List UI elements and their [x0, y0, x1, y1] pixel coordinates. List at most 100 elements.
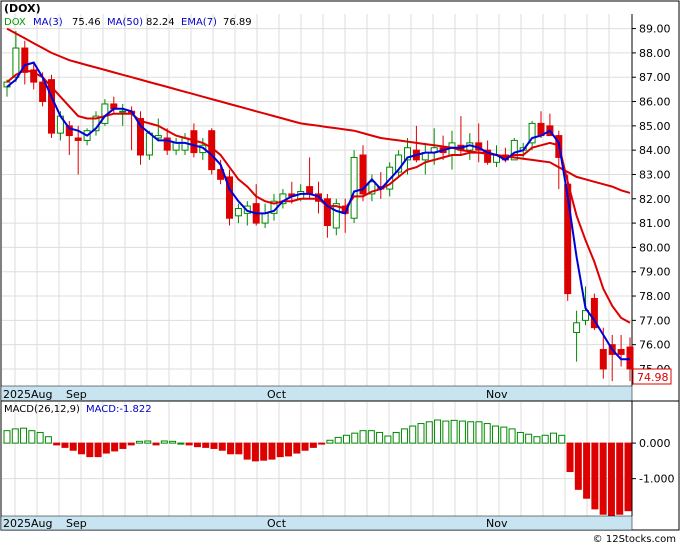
macd-bar: [111, 442, 119, 452]
macd-bar: [202, 442, 210, 448]
macd-bar: [268, 442, 276, 460]
macd-bar: [409, 425, 417, 444]
legend-ema7-value: 76.89: [223, 17, 252, 28]
price-tick-label: 80.00: [639, 241, 671, 254]
macd-bar: [285, 442, 293, 457]
price-tick-label: 81.00: [639, 217, 671, 230]
macd-bar: [591, 442, 599, 510]
macd-bar: [367, 430, 375, 444]
price-tick-label: 85.00: [639, 120, 671, 133]
macd-bar: [152, 442, 160, 446]
macd-bar: [574, 442, 582, 490]
macd-bar: [193, 442, 201, 448]
price-tick-label: 87.00: [639, 71, 671, 84]
macd-bar: [607, 442, 615, 517]
macd-bar: [334, 436, 342, 444]
macd-bar: [376, 431, 384, 444]
price-tick-label: 86.00: [639, 96, 671, 109]
macd-x-label-sep: Sep: [66, 517, 87, 530]
macd-bar: [293, 442, 301, 454]
macd-bar: [400, 428, 408, 444]
macd-bar: [516, 431, 524, 444]
macd-bar: [417, 423, 425, 444]
candle-body: [74, 137, 82, 141]
price-tick-label: 77.00: [639, 314, 671, 327]
price-tick-label: 78.00: [639, 290, 671, 303]
macd-tick-label: 0.000: [639, 437, 671, 450]
macd-bar: [53, 442, 61, 446]
candle-body: [626, 346, 634, 370]
macd-bar: [549, 432, 557, 444]
macd-bar: [243, 442, 251, 460]
macd-bar: [301, 442, 309, 451]
macd-bar: [210, 442, 218, 449]
macd-x-label-oct: Oct: [267, 517, 287, 530]
candle-body: [573, 322, 581, 334]
price-tick-label: 82.00: [639, 193, 671, 206]
legend-ma3-label: MA(3): [33, 17, 63, 28]
macd-x-label-aug: 2025Aug: [3, 517, 52, 530]
macd-bar: [467, 421, 475, 444]
macd-bar: [318, 442, 326, 445]
macd-bar: [78, 442, 86, 455]
macd-bar: [44, 436, 52, 444]
legend-dox: DOX: [4, 17, 26, 28]
candle-body: [306, 186, 314, 195]
macd-bar: [566, 442, 574, 473]
macd-bar: [558, 434, 566, 444]
macd-bar: [309, 442, 317, 448]
price-tick-label: 89.00: [639, 23, 671, 36]
price-tick-label: 84.00: [639, 144, 671, 157]
stock-chart: 89.00 88.00 87.00 86.00 85.00 84.00 83.00 82.00…: [0, 0, 680, 545]
macd-bar: [483, 423, 491, 444]
macd-bar: [227, 442, 235, 455]
macd-bar: [458, 420, 466, 444]
macd-bar: [624, 442, 632, 512]
macd-bar: [583, 442, 591, 499]
candle-body: [39, 81, 47, 103]
macd-bar: [11, 428, 19, 444]
macd-bar: [185, 442, 193, 446]
macd-bar: [135, 440, 143, 444]
macd-bar: [160, 440, 168, 444]
legend-ma50-label: MA(50): [107, 17, 143, 28]
legend-ema7-label: EMA(7): [181, 17, 217, 28]
macd-bar: [326, 439, 334, 444]
macd-bar: [351, 432, 359, 444]
macd-bar: [177, 442, 185, 445]
macd-bar: [541, 434, 549, 444]
candle-body: [234, 208, 242, 217]
macd-bar: [144, 440, 152, 444]
x-label-sep: Sep: [66, 388, 87, 401]
price-tick-label: 83.00: [639, 168, 671, 181]
price-tick-label: 76.00: [639, 339, 671, 352]
macd-bar: [342, 434, 350, 444]
candle-body: [119, 110, 127, 113]
watermark: © 12Stocks.com: [593, 534, 676, 545]
price-legend: DOX MA(3) 75.46 MA(50) 82.24 EMA(7) 76.8…: [4, 17, 252, 28]
macd-panel: 0.000 -1.000 MACD(26,12,9) MACD:-1.822 20…: [0, 400, 680, 531]
macd-bar: [475, 421, 483, 444]
macd-bar: [533, 436, 541, 444]
x-label-aug: 2025Aug: [3, 388, 52, 401]
price-tick-label: 88.00: [639, 47, 671, 60]
macd-bar: [425, 421, 433, 444]
legend-ma3-value: 75.46: [72, 17, 101, 28]
macd-bar: [169, 440, 177, 444]
macd-bar: [450, 419, 458, 444]
macd-bar: [102, 442, 110, 454]
legend-ma50-value: 82.24: [146, 17, 175, 28]
macd-x-axis-band: [0, 515, 633, 531]
macd-bar: [260, 442, 268, 461]
macd-bar: [508, 428, 516, 444]
price-tick-label: 79.00: [639, 266, 671, 279]
candle-body: [261, 212, 269, 224]
macd-bar: [500, 426, 508, 444]
candle-body: [599, 349, 607, 370]
macd-bar: [218, 442, 226, 451]
macd-bar: [61, 442, 69, 448]
macd-x-label-nov: Nov: [486, 517, 508, 530]
candle-body: [145, 132, 153, 156]
macd-bar: [69, 442, 77, 451]
x-label-oct: Oct: [267, 388, 287, 401]
